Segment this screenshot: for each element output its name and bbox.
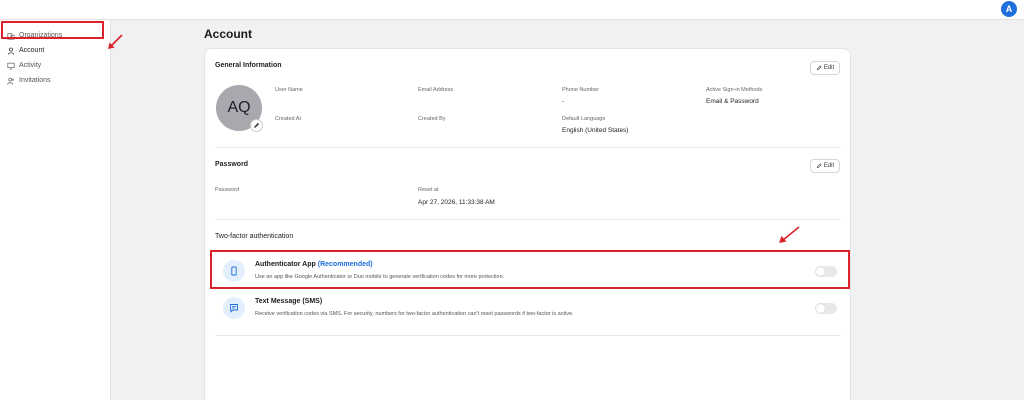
monitor-icon <box>7 62 15 70</box>
pencil-icon <box>816 163 822 169</box>
reset-at-label: Reset at <box>418 187 439 193</box>
pencil-icon <box>816 65 822 71</box>
two-factor-title: Two-factor authentication <box>215 233 294 240</box>
general-info-title: General Information <box>215 62 282 69</box>
annotation-arrow-icon <box>108 34 123 49</box>
divider <box>215 335 841 336</box>
password-title: Password <box>215 161 249 168</box>
sidebar-item-label: Invitations <box>19 77 51 84</box>
message-icon <box>223 297 245 319</box>
user-icon <box>7 47 15 55</box>
phone-label: Phone Number <box>562 87 599 93</box>
sms-title: Text Message (SMS) <box>255 298 322 305</box>
default-language-value: English (United States) <box>562 127 629 134</box>
user-avatar-button[interactable]: A <box>1001 1 1017 17</box>
password-edit-button[interactable]: Edit <box>810 159 840 173</box>
user-name-label: User Name <box>275 87 303 93</box>
account-highlight-box <box>1 21 104 39</box>
method-title: Text Message (SMS) <box>255 298 323 305</box>
edit-label: Edit <box>823 163 835 169</box>
authenticator-highlight-box <box>210 250 850 289</box>
sms-option: Text Message (SMS) Receive verification … <box>211 289 847 327</box>
signin-methods-label: Active Sign-in Methods <box>706 87 763 93</box>
top-bar: A <box>0 0 1024 20</box>
annotation-arrow-icon <box>779 226 800 243</box>
avatar-edit-button[interactable] <box>250 119 263 132</box>
sms-description: Receive verification codes via SMS. For … <box>255 311 574 317</box>
divider <box>215 147 841 148</box>
sidebar-item-invitations[interactable]: Invitations <box>2 73 102 88</box>
pencil-icon <box>254 122 260 128</box>
divider <box>215 219 841 220</box>
phone-value: - <box>562 98 565 105</box>
email-label: Email Address <box>418 87 454 93</box>
sms-toggle[interactable] <box>815 303 837 314</box>
sidebar-item-activity[interactable]: Activity <box>2 58 102 73</box>
reset-at-value: Apr 27, 2026, 11:33:38 AM <box>418 199 495 206</box>
page-title: Account <box>204 27 252 41</box>
created-at-label: Created At <box>275 116 301 122</box>
default-language-label: Default Language <box>562 116 606 122</box>
sidebar-item-account[interactable]: Account <box>2 43 102 58</box>
sidebar-item-label: Account <box>19 47 45 54</box>
signin-methods-value: Email & Password <box>706 98 759 105</box>
add-user-icon <box>7 77 15 85</box>
password-label: Password <box>215 187 240 193</box>
edit-label: Edit <box>823 65 835 71</box>
account-card: General Information Edit AQ User Name Em… <box>204 48 851 400</box>
sidebar-item-label: Activity <box>19 62 42 69</box>
created-by-label: Created By <box>418 116 446 122</box>
general-edit-button[interactable]: Edit <box>810 61 840 75</box>
